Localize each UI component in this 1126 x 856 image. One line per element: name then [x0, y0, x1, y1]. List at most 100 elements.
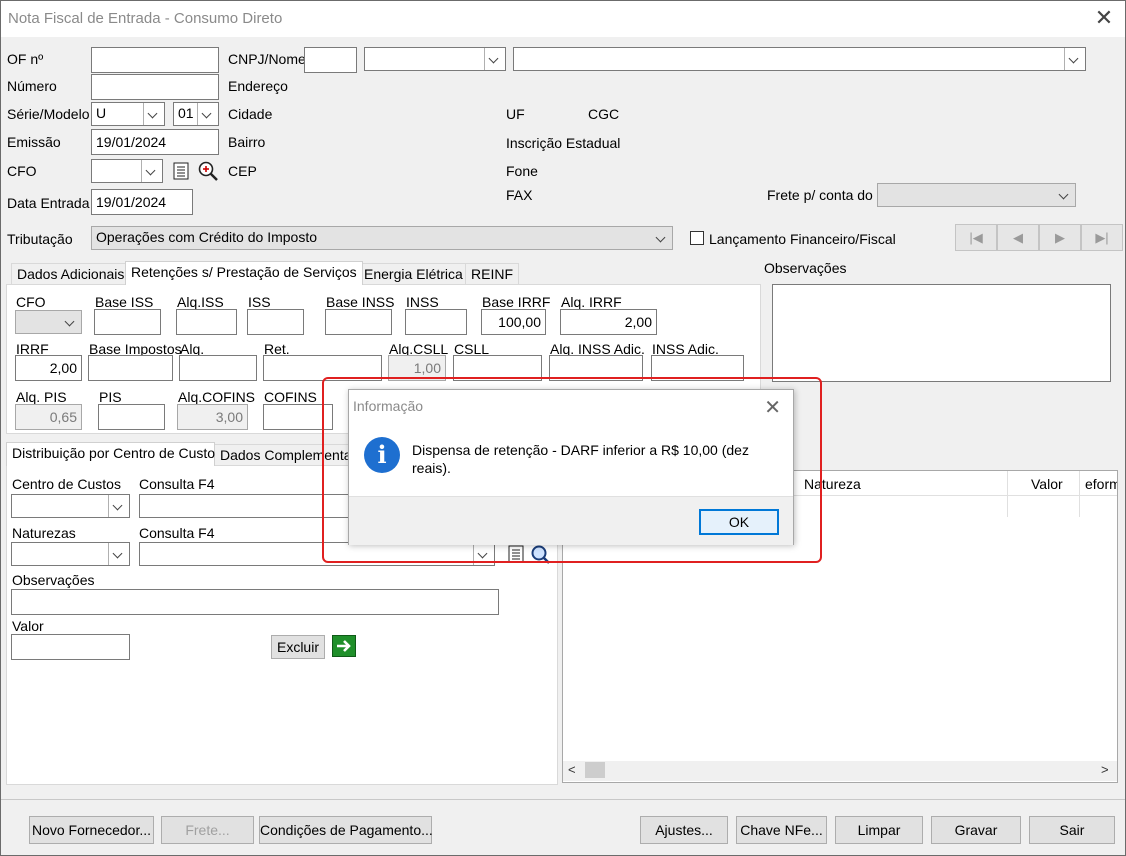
chevron-down-icon	[61, 311, 81, 333]
nav-next-button[interactable]: ▶	[1039, 224, 1081, 251]
grid-divider	[1007, 471, 1008, 517]
modelo-value: 01	[178, 105, 194, 121]
valor-input[interactable]	[11, 634, 130, 660]
emissao-label: Emissão	[7, 134, 61, 150]
alq-cofins-input[interactable]: 3,00	[177, 404, 248, 430]
cnpj-select[interactable]	[364, 47, 506, 71]
scroll-left-icon[interactable]: <	[568, 762, 576, 777]
inss-input[interactable]	[405, 309, 467, 335]
tab-reinf[interactable]: REINF	[465, 263, 519, 285]
condicoes-pagamento-button[interactable]: Condições de Pagamento...	[259, 816, 433, 844]
frete-label: Frete p/ conta do	[767, 187, 873, 203]
centro-custos-label: Centro de Custos	[12, 476, 121, 492]
chevron-down-icon	[1055, 184, 1075, 206]
cep-label: CEP	[228, 163, 257, 179]
close-icon[interactable]: ✕	[1093, 7, 1115, 29]
uf-label: UF	[506, 106, 525, 122]
inss-label: INSS	[406, 294, 439, 310]
sair-button[interactable]: Sair	[1029, 816, 1115, 844]
observacoes-textarea[interactable]	[772, 284, 1111, 382]
lancamento-label: Lançamento Financeiro/Fiscal	[709, 231, 896, 247]
alq-pis-label: Alq. PIS	[16, 389, 67, 405]
ajustes-button[interactable]: Ajustes...	[640, 816, 728, 844]
gravar-button[interactable]: Gravar	[931, 816, 1021, 844]
novo-fornecedor-button[interactable]: Novo Fornecedor...	[29, 816, 154, 844]
consulta2-label: Consulta F4	[139, 525, 215, 541]
pis-label: PIS	[99, 389, 122, 405]
base-impostos-input[interactable]	[88, 355, 173, 381]
numero-label: Número	[7, 78, 57, 94]
emissao-input[interactable]: 19/01/2024	[91, 129, 219, 155]
iss-label: ISS	[248, 294, 271, 310]
chave-nfe-button[interactable]: Chave NFe...	[736, 816, 827, 844]
chevron-down-icon	[652, 227, 672, 249]
frete-button[interactable]: Frete...	[161, 816, 254, 844]
cfo-select[interactable]	[91, 159, 163, 183]
fone-label: Fone	[506, 163, 538, 179]
alq-cofins-label: Alq.COFINS	[178, 389, 256, 405]
scroll-right-icon[interactable]: >	[1101, 762, 1109, 777]
dist-observacoes-input[interactable]	[11, 589, 499, 615]
alq-irrf-input[interactable]: 2,00	[560, 309, 657, 335]
excluir-button[interactable]: Excluir	[271, 635, 325, 659]
title-bar: Nota Fiscal de Entrada - Consumo Direto …	[1, 1, 1125, 37]
chevron-down-icon	[1064, 48, 1085, 70]
nav-first-button[interactable]: |◀	[955, 224, 997, 251]
alq-irrf-label: Alq. IRRF	[561, 294, 622, 310]
tab-retencoes[interactable]: Retenções s/ Prestação de Serviços	[125, 261, 363, 285]
base-inss-label: Base INSS	[326, 294, 395, 310]
tributacao-select[interactable]: Operações com Crédito do Imposto	[91, 226, 673, 250]
data-entrada-input[interactable]: 19/01/2024	[91, 189, 193, 215]
scroll-thumb[interactable]	[585, 762, 605, 778]
ret-cfo-select[interactable]	[15, 310, 82, 334]
base-irrf-input[interactable]: 100,00	[481, 309, 546, 335]
frete-select[interactable]	[877, 183, 1076, 207]
zoom-icon[interactable]	[197, 160, 218, 181]
chevron-down-icon	[108, 495, 129, 517]
ret-cfo-label: CFO	[16, 294, 46, 310]
base-inss-input[interactable]	[325, 309, 392, 335]
tab-energia-eletrica[interactable]: Energia Elétrica	[358, 263, 469, 285]
lancamento-checkbox[interactable]	[690, 231, 704, 245]
horizontal-scrollbar[interactable]: < >	[563, 761, 1117, 781]
tab-distribuicao[interactable]: Distribuição por Centro de Custo	[6, 442, 215, 466]
inscricao-label: Inscrição Estadual	[506, 135, 621, 151]
base-iss-label: Base ISS	[95, 294, 154, 310]
nome-select[interactable]	[513, 47, 1086, 71]
centro-custos-select[interactable]	[11, 494, 130, 518]
bairro-label: Bairro	[228, 134, 266, 150]
tributacao-value: Operações com Crédito do Imposto	[96, 229, 317, 245]
alq-input[interactable]	[179, 355, 257, 381]
arrow-right-icon[interactable]	[332, 635, 356, 657]
pis-input[interactable]	[98, 404, 165, 430]
alq-iss-label: Alq.ISS	[177, 294, 224, 310]
window-title: Nota Fiscal de Entrada - Consumo Direto	[8, 10, 283, 27]
base-iss-input[interactable]	[94, 309, 161, 335]
irrf-input[interactable]: 2,00	[15, 355, 82, 381]
grid-col-reforma[interactable]: eform	[1085, 476, 1117, 492]
of-input[interactable]	[91, 47, 219, 73]
observacoes-label: Observações	[764, 260, 847, 276]
alq-pis-input[interactable]: 0,65	[15, 404, 82, 430]
limpar-button[interactable]: Limpar	[835, 816, 923, 844]
base-irrf-label: Base IRRF	[482, 294, 551, 310]
serie-select[interactable]: U	[91, 102, 165, 126]
naturezas-select[interactable]	[11, 542, 130, 566]
grid-col-valor[interactable]: Valor	[1031, 476, 1063, 492]
numero-input[interactable]	[91, 74, 219, 100]
consulta1-select[interactable]	[139, 494, 349, 518]
list-icon[interactable]	[171, 161, 191, 181]
nav-prev-button[interactable]: ◀	[997, 224, 1039, 251]
cnpj-code-input[interactable]	[304, 47, 357, 73]
cnpj-label: CNPJ/Nome	[228, 51, 306, 67]
tributacao-label: Tributação	[7, 231, 73, 247]
tab-dados-adicionais[interactable]: Dados Adicionais	[11, 263, 131, 285]
nav-last-button[interactable]: ▶|	[1081, 224, 1123, 251]
chevron-down-icon	[108, 543, 129, 565]
alq-iss-input[interactable]	[176, 309, 237, 335]
cfo-label: CFO	[7, 163, 37, 179]
chevron-down-icon	[484, 48, 505, 70]
iss-input[interactable]	[247, 309, 304, 335]
chevron-down-icon	[197, 103, 218, 125]
modelo-select[interactable]: 01	[173, 102, 219, 126]
